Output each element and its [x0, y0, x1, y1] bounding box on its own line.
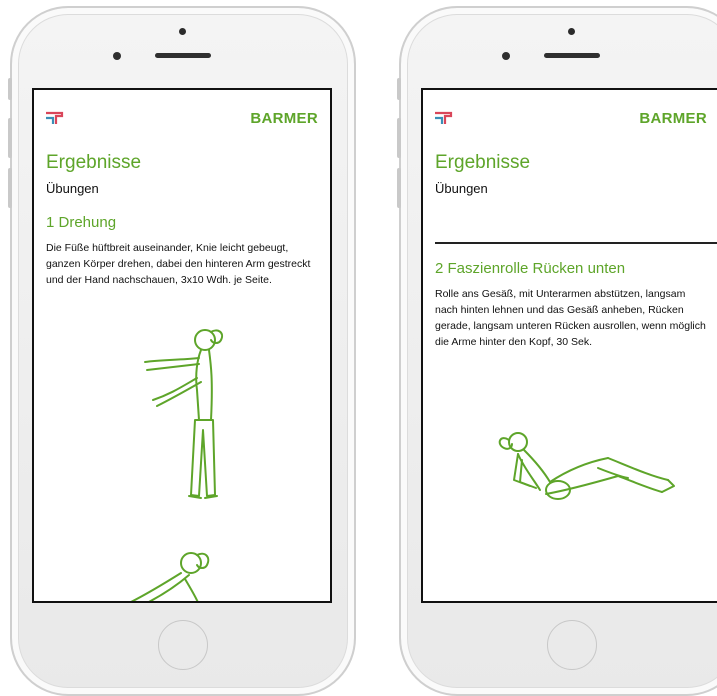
proximity-sensor: [502, 52, 510, 60]
earpiece-speaker: [544, 53, 600, 58]
app-screen-right: BARMER Ergebnisse Übungen 2 Faszienrolle…: [421, 88, 717, 603]
barmer-logo-icon: [46, 111, 64, 124]
section-divider: [435, 242, 717, 244]
exercise-description: Die Füße hüftbreit auseinander, Knie lei…: [46, 242, 311, 286]
exercise-description: Rolle ans Gesäß, mit Unterarmen abstütze…: [435, 288, 706, 348]
page-title: Ergebnisse: [46, 152, 142, 173]
earpiece-speaker: [155, 53, 211, 58]
lying-figure-illustration: [119, 545, 239, 601]
brand-name: BARMER: [639, 110, 707, 127]
app-screen-left: BARMER Ergebnisse Übungen 1 Drehung Die …: [32, 88, 332, 603]
phone-volume-down-button: [8, 168, 12, 208]
front-camera: [568, 28, 575, 35]
exercise-title: 1 Drehung: [46, 214, 117, 231]
phone-volume-up-button: [8, 118, 12, 158]
brand-name: BARMER: [250, 110, 318, 127]
foam-roller-illustration: [478, 420, 678, 520]
phone-mockup-right: BARMER Ergebnisse Übungen 2 Faszienrolle…: [397, 6, 717, 696]
exercise-title: 2 Faszienrolle Rücken unten: [435, 260, 626, 277]
front-camera: [179, 28, 186, 35]
phone-volume-up-button: [397, 118, 401, 158]
proximity-sensor: [113, 52, 121, 60]
home-button[interactable]: [547, 620, 597, 670]
barmer-logo-icon: [435, 111, 453, 124]
phone-side-button: [8, 78, 12, 100]
page-subtitle: Übungen: [435, 181, 488, 196]
phone-side-button: [397, 78, 401, 100]
standing-rotation-illustration: [139, 320, 249, 510]
page-subtitle: Übungen: [46, 181, 99, 196]
phone-volume-down-button: [397, 168, 401, 208]
phone-mockup-left: BARMER Ergebnisse Übungen 1 Drehung Die …: [8, 6, 356, 696]
home-button[interactable]: [158, 620, 208, 670]
page-title: Ergebnisse: [435, 152, 531, 173]
